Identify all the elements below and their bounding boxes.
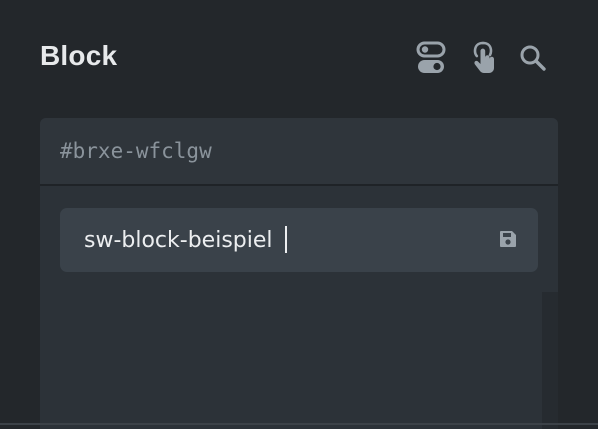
- class-input-container: [60, 208, 538, 272]
- search-icon[interactable]: [516, 40, 550, 76]
- class-selector-card: #brxe-wfclgw: [40, 118, 558, 429]
- scrollbar[interactable]: [542, 292, 558, 429]
- header-toolbar: [414, 40, 554, 76]
- element-panel: Block #brxe-wfclgw: [0, 0, 598, 429]
- text-caret: [285, 226, 287, 253]
- divider: [0, 423, 598, 425]
- css-id-label: #brxe-wfclgw: [60, 139, 212, 163]
- pointer-hand-icon[interactable]: [466, 40, 500, 76]
- panel-title: Block: [40, 40, 118, 71]
- toggle-icon[interactable]: [414, 40, 448, 76]
- save-icon[interactable]: [496, 227, 520, 251]
- class-name-input[interactable]: [84, 224, 484, 256]
- css-id-selector[interactable]: #brxe-wfclgw: [40, 118, 558, 186]
